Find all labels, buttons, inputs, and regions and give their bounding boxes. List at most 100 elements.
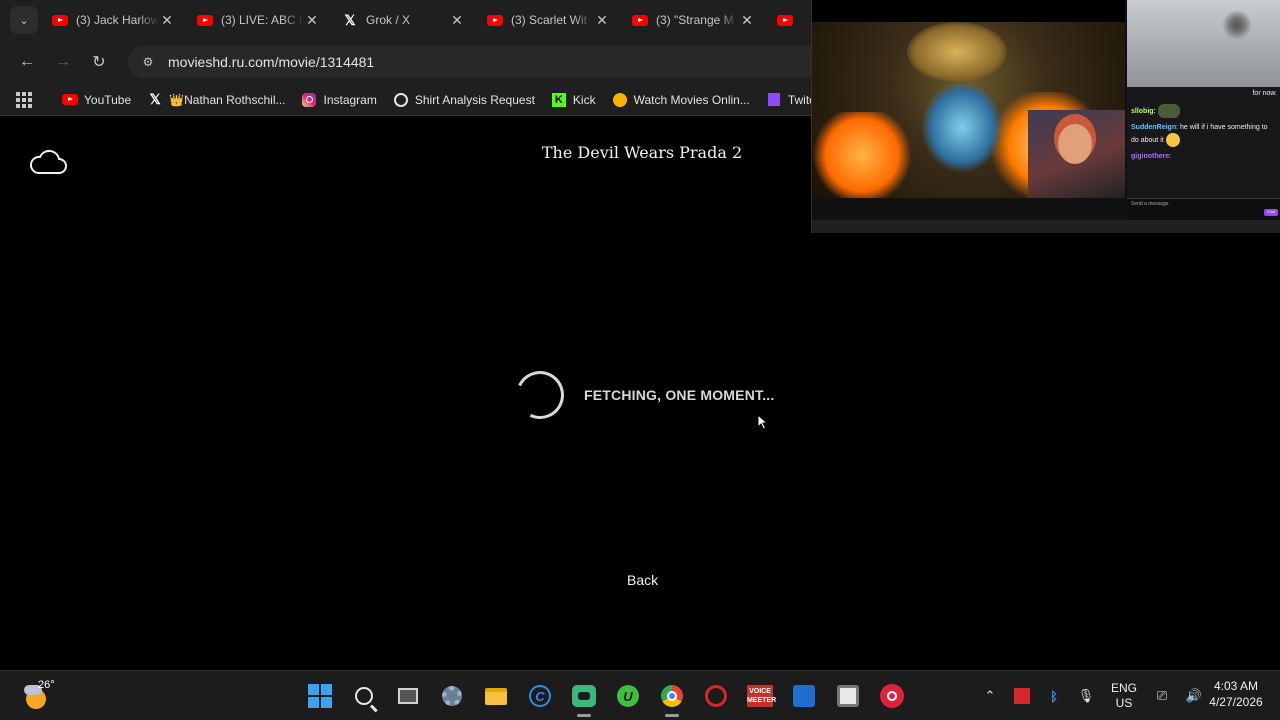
- chatgpt-icon: [393, 92, 409, 108]
- bookmark-label: Shirt Analysis Request: [414, 92, 535, 107]
- bookmarks-bar: YouTube 𝕏 👑Nathan Rothschil... Instagram…: [0, 84, 822, 116]
- taskbar-apps: C U VOICE MEETER: [298, 671, 914, 720]
- bookmark-label: 👑Nathan Rothschil...: [169, 92, 286, 107]
- blue-app-icon: [793, 685, 815, 707]
- movies-icon: [612, 92, 628, 108]
- emote-icon: [1165, 133, 1180, 147]
- search-button[interactable]: [342, 674, 386, 718]
- chat-message: for now.: [1252, 90, 1277, 97]
- clock-time: 4:03 AM: [1213, 679, 1259, 693]
- arrow-left-icon: ←: [19, 53, 35, 70]
- clock[interactable]: 4:03 AM 4/27/2026: [1196, 678, 1276, 710]
- language-indicator[interactable]: ENG US: [1102, 681, 1146, 711]
- recorder-button[interactable]: [870, 674, 914, 718]
- youtube-icon: [487, 12, 503, 28]
- microphone-tray-button[interactable]: 🎙: [1070, 688, 1102, 704]
- bookmark-shirt-analysis[interactable]: Shirt Analysis Request: [385, 86, 543, 114]
- chat-message: sllobig:: [1131, 104, 1277, 118]
- settings-button[interactable]: [430, 674, 474, 718]
- voicemeeter-button[interactable]: VOICE MEETER: [738, 674, 782, 718]
- start-button[interactable]: [298, 674, 342, 718]
- facecam: [1028, 110, 1125, 198]
- gear-icon: [442, 686, 462, 706]
- stream-chat: for now. sllobig: SuddenReign: he will i…: [1127, 87, 1280, 198]
- weather-widget[interactable]: 26°: [24, 679, 58, 713]
- forward-button[interactable]: →: [46, 45, 80, 79]
- browser-tab[interactable]: (3: [763, 4, 803, 36]
- youtube-icon: [777, 12, 793, 28]
- network-tray-button[interactable]: ⎚: [1146, 688, 1178, 704]
- chevron-down-icon: ⌄: [19, 14, 29, 27]
- chat-app-icon: [572, 685, 596, 707]
- microphone-icon: 🎙: [1077, 688, 1095, 703]
- loading-text: FETCHING, ONE MOMENT...: [584, 387, 775, 403]
- bookmark-label: Watch Movies Onlin...: [633, 92, 750, 107]
- utility-app-button[interactable]: [826, 674, 870, 718]
- chat-app-button[interactable]: [562, 674, 606, 718]
- bookmark-label: YouTube: [84, 92, 132, 107]
- kick-icon: K: [551, 92, 567, 108]
- browser-tab[interactable]: (3) Scarlet Wit ✕: [473, 4, 618, 36]
- close-icon[interactable]: ✕: [739, 12, 755, 29]
- reload-icon: ↻: [92, 54, 106, 71]
- utility-app-icon: [837, 685, 859, 707]
- upwork-button[interactable]: U: [606, 674, 650, 718]
- tab-title: (3) "Strange M: [656, 13, 734, 27]
- arrow-right-icon: →: [55, 53, 71, 70]
- clock-date: 4/27/2026: [1209, 695, 1263, 709]
- x-icon: 𝕏: [149, 91, 161, 107]
- show-hidden-icons-button[interactable]: ⌃: [974, 688, 1006, 704]
- youtube-icon: [52, 12, 68, 28]
- bookmark-label: Kick: [572, 92, 596, 107]
- bluetooth-tray-button[interactable]: ᛒ: [1038, 689, 1070, 704]
- chrome-button[interactable]: [650, 674, 694, 718]
- weather-temp: 26°: [38, 679, 55, 691]
- game-top-bar: [812, 0, 1125, 22]
- folder-icon: [485, 687, 507, 705]
- screen: ⌄ (3) Jack Harlow ✕ (3) LIVE: ABC N ✕ 𝕏 …: [0, 0, 1280, 720]
- close-icon[interactable]: ✕: [159, 12, 175, 29]
- x-icon: 𝕏: [344, 11, 356, 28]
- tab-title: (3) Jack Harlow: [76, 13, 159, 27]
- instagram-icon: [301, 92, 317, 108]
- red-app-button[interactable]: [694, 674, 738, 718]
- close-icon[interactable]: ✕: [304, 12, 320, 29]
- bookmark-youtube[interactable]: YouTube: [54, 86, 139, 114]
- tab-title: Grok / X: [366, 13, 411, 27]
- bookmark-kick[interactable]: K Kick: [543, 86, 604, 114]
- reload-button[interactable]: ↻: [82, 45, 116, 79]
- browser-tab[interactable]: (3) Jack Harlow ✕: [38, 4, 183, 36]
- address-bar[interactable]: ⚙ movieshd.ru.com/movie/1314481: [128, 46, 828, 78]
- tab-title: (3) LIVE: ABC N: [221, 13, 304, 27]
- emote-icon: [1157, 104, 1180, 118]
- bookmark-nathan[interactable]: 𝕏 👑Nathan Rothschil...: [139, 86, 293, 114]
- browser-tab[interactable]: 𝕏 Grok / X ✕: [328, 4, 473, 36]
- ccleaner-button[interactable]: C: [518, 674, 562, 718]
- stream-overlay: for now. sllobig: SuddenReign: he will i…: [811, 0, 1280, 233]
- amd-tray-button[interactable]: [1006, 688, 1038, 704]
- close-icon[interactable]: ✕: [594, 12, 610, 29]
- site-info-icon[interactable]: ⚙: [136, 50, 160, 74]
- browser-tab[interactable]: (3) "Strange M ✕: [618, 4, 763, 36]
- file-explorer-button[interactable]: [474, 674, 518, 718]
- back-link[interactable]: Back: [627, 572, 658, 588]
- blue-app-button[interactable]: [782, 674, 826, 718]
- back-button[interactable]: ←: [10, 45, 44, 79]
- tab-search-button[interactable]: ⌄: [10, 6, 38, 34]
- browser-tab[interactable]: (3) LIVE: ABC N ✕: [183, 4, 328, 36]
- bookmark-label: Instagram: [323, 92, 377, 107]
- taskbar: 26° C U VOICE MEETER ⌃ ᛒ 🎙 ENG US ⎚ 🔊 4:…: [0, 670, 1280, 720]
- task-view-button[interactable]: [386, 674, 430, 718]
- record-icon: [880, 684, 904, 708]
- bookmark-watch-movies[interactable]: Watch Movies Onlin...: [604, 86, 758, 114]
- twitch-icon: [766, 92, 782, 108]
- bluetooth-icon: ᛒ: [1050, 688, 1058, 704]
- url-text[interactable]: movieshd.ru.com/movie/1314481: [168, 54, 374, 70]
- close-icon[interactable]: ✕: [449, 12, 465, 29]
- loading-spinner: [509, 364, 571, 426]
- bookmark-instagram[interactable]: Instagram: [293, 86, 384, 114]
- youtube-icon: [197, 12, 213, 28]
- chat-message: SuddenReign: he will if i have something…: [1131, 123, 1277, 147]
- overlay-taskbar: [812, 220, 1280, 233]
- apps-grid-icon[interactable]: [16, 91, 32, 108]
